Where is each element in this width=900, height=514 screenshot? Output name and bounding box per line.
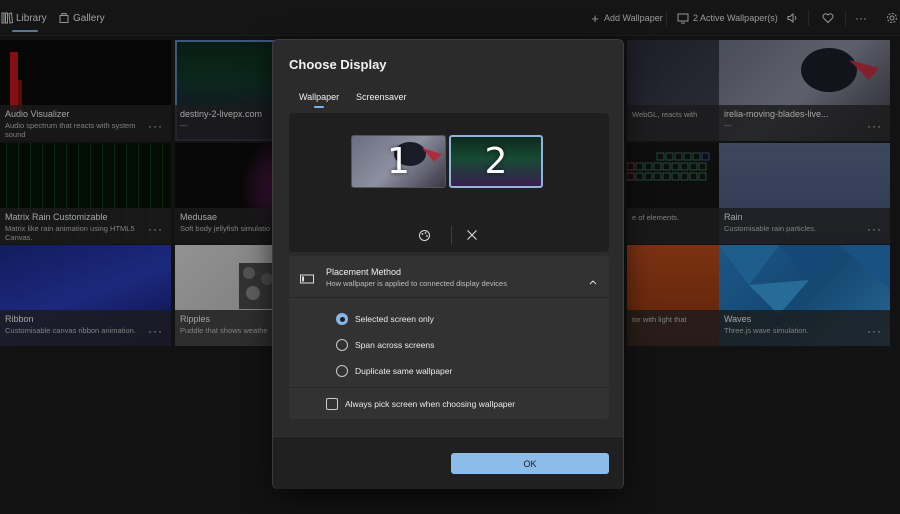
close-wallpaper-button[interactable] [464,227,480,243]
radio-selected-screen-only[interactable]: Selected screen only [336,313,434,325]
placement-subtitle: How wallpaper is applied to connected di… [326,279,507,288]
radio-button [336,365,348,377]
chevron-up-icon[interactable] [589,272,597,290]
radio-label: Span across screens [355,340,435,350]
display-preview: 1 2 [289,113,609,252]
radio-label: Duplicate same wallpaper [355,366,453,376]
dialog-title: Choose Display [289,57,387,72]
ok-button[interactable]: OK [451,453,609,474]
tab-active-indicator [314,106,324,108]
radio-button [336,339,348,351]
monitor-1-number: 1 [387,141,410,182]
placement-header[interactable]: Placement Method How wallpaper is applie… [289,256,609,298]
tab-wallpaper[interactable]: Wallpaper [299,92,339,102]
divider [289,387,609,388]
placement-method-section: Placement Method How wallpaper is applie… [289,256,609,419]
always-pick-screen-checkbox[interactable]: Always pick screen when choosing wallpap… [326,398,515,410]
display-icon [300,271,314,289]
dialog-footer: OK [273,436,623,489]
divider [451,226,452,244]
radio-button-checked [336,313,348,325]
monitor-1[interactable]: 1 [351,135,446,188]
tab-screensaver[interactable]: Screensaver [356,92,407,102]
customize-button[interactable] [416,227,432,243]
radio-duplicate-same-wallpaper[interactable]: Duplicate same wallpaper [336,365,452,377]
checkbox-label: Always pick screen when choosing wallpap… [345,399,516,409]
choose-display-dialog: Choose Display Wallpaper Screensaver 1 2 [272,39,624,489]
placement-title: Placement Method [326,267,402,277]
palette-icon [418,229,430,241]
radio-span-across-screens[interactable]: Span across screens [336,339,434,351]
close-icon [467,230,477,240]
radio-label: Selected screen only [355,314,434,324]
checkbox [326,398,338,410]
monitor-2-number: 2 [484,141,508,182]
monitor-2[interactable]: 2 [449,135,543,188]
